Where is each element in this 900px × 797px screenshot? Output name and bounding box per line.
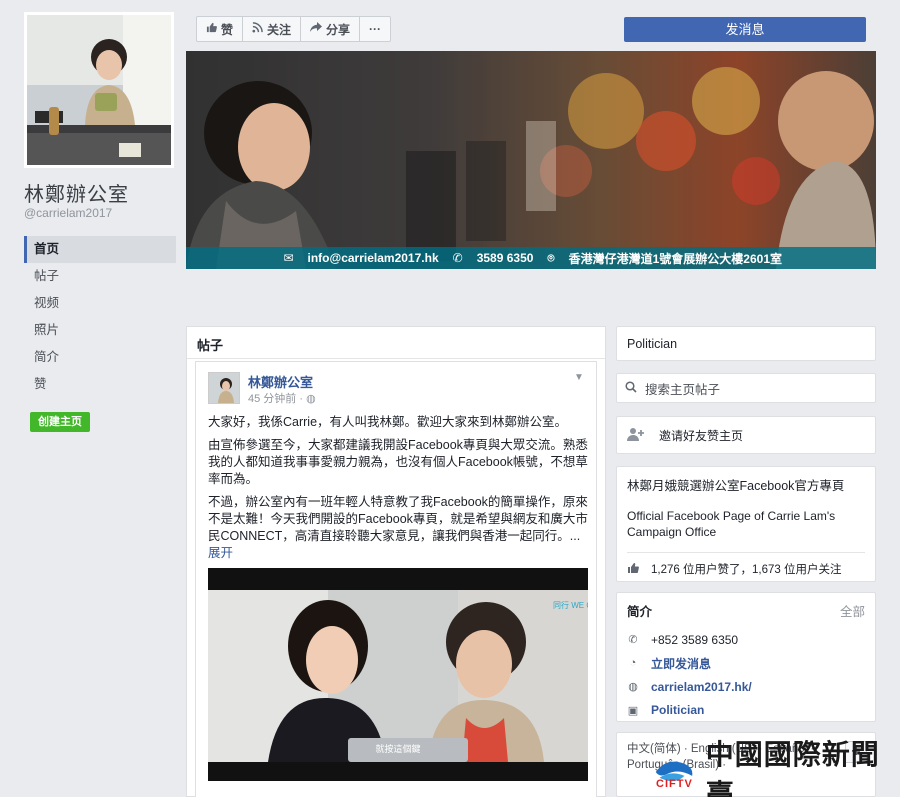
profile-photo-image <box>27 15 171 165</box>
thumbs-up-icon <box>627 562 639 577</box>
page-handle: @carrielam2017 <box>24 206 113 220</box>
like-button[interactable]: 赞 <box>197 17 244 41</box>
broadcaster-watermark: 中國國際新聞臺 CIFTV <box>650 738 900 797</box>
cover-address: 香港灣仔港灣道1號會展辦公大樓2601室 <box>568 251 782 266</box>
add-friend-icon <box>627 427 645 444</box>
posts-panel: 帖子 林鄭辦公室 45 分钟前 · ◍ ▼ 大家好，我係Carrie，有人叫我林… <box>186 326 606 797</box>
cover-photo[interactable]: ✉ info@carrielam2017.hk ✆ 3589 6350 ⌾ 香港… <box>186 51 876 269</box>
post-author-name[interactable]: 林鄭辦公室 <box>248 372 313 391</box>
page-name: 林鄭辦公室 <box>24 182 129 206</box>
share-button[interactable]: 分享 <box>301 17 361 41</box>
intro-title: 简介 <box>627 605 653 619</box>
intro-website-row[interactable]: ◍ carrielam2017.hk/ <box>627 675 865 699</box>
nav-item-about[interactable]: 简介 <box>24 344 176 371</box>
intro-message-row[interactable]: ◔ 立即发消息 <box>627 652 865 676</box>
video-thumbnail-image: 同行 WE CONNECT 就按這個鍵 <box>208 568 588 781</box>
intro-see-all-link[interactable]: 全部 <box>840 601 865 620</box>
chevron-down-icon[interactable]: ▼ <box>574 372 584 383</box>
intro-phone-row: ✆ +852 3589 6350 <box>627 628 865 652</box>
intro-website-link[interactable]: carrielam2017.hk/ <box>651 680 752 694</box>
category-icon: ▣ <box>627 704 639 717</box>
invite-label: 邀请好友赞主页 <box>659 428 744 443</box>
post-timestamp[interactable]: 45 分钟前 · ◍ <box>248 390 316 406</box>
nav-item-home[interactable]: 首页 <box>24 236 176 263</box>
search-input[interactable]: 搜索主页帖子 <box>645 379 720 398</box>
create-page-button[interactable]: 创建主页 <box>30 412 90 432</box>
profile-picture[interactable] <box>24 12 174 168</box>
about-title: 林鄭月娥競選辦公室Facebook官方專頁 <box>627 479 845 493</box>
intro-category-row[interactable]: ▣ Politician <box>627 699 865 723</box>
follow-button[interactable]: 关注 <box>243 17 302 41</box>
send-message-button[interactable]: 发消息 <box>624 17 866 42</box>
see-more-link[interactable]: 展开 <box>208 546 233 560</box>
intro-phone: +852 3589 6350 <box>651 632 739 647</box>
about-card: 林鄭月娥競選辦公室Facebook官方專頁 Official Facebook … <box>616 466 876 582</box>
intro-category-link[interactable]: Politician <box>651 703 704 717</box>
phone-icon: ✆ <box>628 634 638 647</box>
page-nav: 首页 帖子 视频 照片 简介 赞 <box>24 236 176 398</box>
search-posts-box[interactable]: 搜索主页帖子 <box>616 373 876 403</box>
envelope-icon: ✉ <box>283 251 294 265</box>
post-time-text: 45 分钟前 <box>248 393 297 405</box>
follow-label: 关注 <box>267 22 292 37</box>
post-body: 大家好，我係Carrie，有人叫我林鄭。歡迎大家來到林鄭辦公室。 由宣佈參選至今… <box>208 414 588 568</box>
post-paragraph-3: 不過，辦公室內有一班年輕人特意教了我Facebook的簡單操作，原來不是太難！今… <box>208 494 588 562</box>
nav-item-likes[interactable]: 赞 <box>24 371 176 398</box>
post-author-avatar[interactable] <box>208 372 240 404</box>
share-label: 分享 <box>326 22 351 37</box>
likes-count-text: 1,276 位用户赞了，1,673 位用户关注 <box>651 564 842 576</box>
post-card: 林鄭辦公室 45 分钟前 · ◍ ▼ 大家好，我係Carrie，有人叫我林鄭。歡… <box>195 361 597 797</box>
phone-icon: ✆ <box>452 251 463 265</box>
cover-contact-bar: ✉ info@carrielam2017.hk ✆ 3589 6350 ⌾ 香港… <box>186 247 876 269</box>
action-bar: 赞 关注 分享 ··· <box>196 16 392 42</box>
messenger-icon: ◔ <box>629 657 637 670</box>
page-category[interactable]: Politician <box>616 326 876 361</box>
cover-phone: 3589 6350 <box>476 251 534 265</box>
about-description: Official Facebook Page of Carrie Lam's C… <box>627 508 865 553</box>
cover-email[interactable]: info@carrielam2017.hk <box>308 251 439 265</box>
intro-card: 简介 全部 ✆ +852 3589 6350 ◔ 立即发消息 ◍ carriel… <box>616 592 876 722</box>
nav-item-videos[interactable]: 视频 <box>24 290 176 317</box>
thumbs-up-icon <box>206 22 217 36</box>
rss-icon <box>252 22 263 36</box>
watermark-logo-text: CIFTV <box>656 778 693 790</box>
globe-icon: · ◍ <box>299 393 316 405</box>
watermark-text: 中國國際新聞臺 <box>705 737 880 797</box>
video-logo: 同行 WE CONNECT <box>553 600 588 610</box>
share-arrow-icon <box>310 22 323 36</box>
posts-header: 帖子 <box>187 327 605 359</box>
cover-photo-image <box>186 51 876 269</box>
post-video[interactable]: 同行 WE CONNECT 就按這個鍵 <box>208 568 588 781</box>
like-label: 赞 <box>221 22 234 37</box>
post-paragraph-3-text: 不過，辦公室內有一班年輕人特意教了我Facebook的簡單操作，原來不是太難！今… <box>208 495 588 543</box>
intro-message-link[interactable]: 立即发消息 <box>651 655 711 672</box>
nav-item-posts[interactable]: 帖子 <box>24 263 176 290</box>
post-paragraph-2: 由宣佈參選至今，大家都建議我開設Facebook專頁與大眾交流。熟悉我的人都知道… <box>208 438 588 486</box>
more-button[interactable]: ··· <box>360 17 390 41</box>
search-icon <box>625 380 637 396</box>
invite-friends[interactable]: 邀请好友赞主页 <box>616 416 876 454</box>
video-caption: 就按這個鍵 <box>375 743 420 755</box>
location-pin-icon: ⌾ <box>547 250 555 265</box>
globe-icon: ◍ <box>628 681 638 694</box>
post-paragraph-1: 大家好，我係Carrie，有人叫我林鄭。歡迎大家來到林鄭辦公室。 <box>208 415 568 429</box>
likes-summary: 1,276 位用户赞了，1,673 位用户关注 <box>627 553 865 577</box>
intro-header: 简介 全部 <box>627 601 865 620</box>
nav-item-photos[interactable]: 照片 <box>24 317 176 344</box>
